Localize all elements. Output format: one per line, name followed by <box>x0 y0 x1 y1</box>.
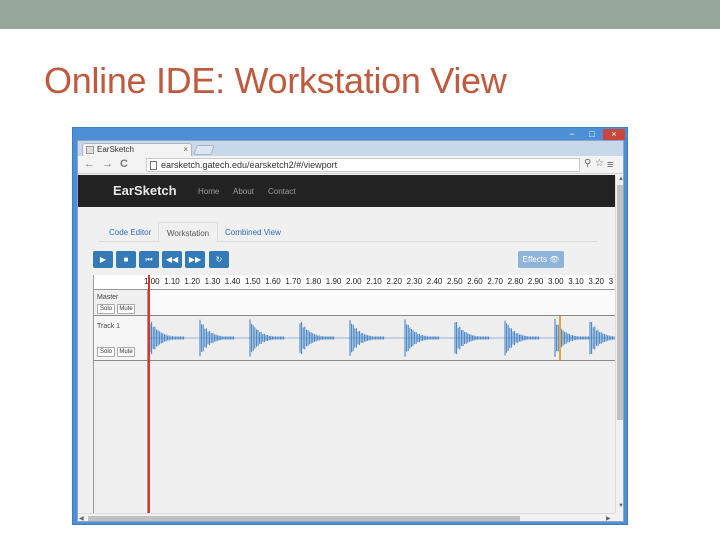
timeline-tick-label: 2.80 <box>507 277 524 286</box>
browser-frame: EarSketch × ← → C earsketch.gatech.edu/e… <box>77 140 624 522</box>
nav-home[interactable]: Home <box>198 187 219 196</box>
tab-close-icon[interactable]: × <box>183 144 188 156</box>
timeline-tick-label: 3.20 <box>588 277 604 286</box>
browser-tab[interactable]: EarSketch × <box>82 143 192 156</box>
track-1-header: Track 1 Solo Mute <box>94 316 148 360</box>
horizontal-scroll-thumb[interactable] <box>88 516 520 521</box>
timeline-tick-label: 3.00 <box>548 277 564 286</box>
timeline-tick-label: 2.60 <box>467 277 483 286</box>
track-divider <box>94 360 615 361</box>
star-icon[interactable]: ☆ <box>595 158 604 169</box>
timeline-tick-label: 2.50 <box>447 277 463 286</box>
address-bar[interactable]: earsketch.gatech.edu/earsketch2/#/viewpo… <box>146 158 580 172</box>
view-tabs: Code Editor Workstation Combined View <box>98 222 598 243</box>
page-viewport: EarSketch Home About Contact Code Editor… <box>78 175 615 513</box>
timeline-tick-label: 2.90 <box>527 277 544 286</box>
master-solo-button[interactable]: Solo <box>97 304 115 314</box>
browser-window: − □ × EarSketch × ← → C earsketch.gatech… <box>72 127 628 525</box>
minimize-button[interactable]: − <box>563 129 581 140</box>
stop-button[interactable]: ■ <box>116 251 136 268</box>
scroll-right-icon[interactable]: ▶ <box>606 515 611 521</box>
new-tab-button[interactable] <box>193 145 215 155</box>
vertical-scrollbar[interactable]: ▲ ▼ <box>615 175 623 513</box>
nav-about[interactable]: About <box>233 187 254 196</box>
track-1-clip-lane[interactable] <box>148 316 615 360</box>
play-button[interactable]: ▶ <box>93 251 113 268</box>
timeline-tick-label: 2.40 <box>426 277 443 286</box>
timeline-ruler[interactable]: 1.00 1.10 1.20 1.30 1.40 1.50 1.60 1.70 1.80 1.90… <box>94 275 615 290</box>
timeline-tick-label: 2.30 <box>406 277 423 286</box>
empty-track-column <box>94 361 148 513</box>
timeline-tick-label: 1.30 <box>204 277 221 286</box>
timeline-tick-label: 1.10 <box>164 277 180 286</box>
forward-arrow-icon[interactable]: → <box>102 159 113 170</box>
site-brand[interactable]: EarSketch <box>113 183 177 198</box>
timeline-tick-label: 1.70 <box>285 277 301 286</box>
scroll-up-icon[interactable]: ▲ <box>618 176 623 182</box>
tab-workstation[interactable]: Workstation <box>158 222 219 243</box>
maximize-button[interactable]: □ <box>583 129 601 140</box>
master-lane <box>148 290 615 315</box>
rewind-button[interactable]: ◀◀ <box>162 251 182 268</box>
tab-strip: EarSketch × <box>78 141 623 156</box>
search-icon[interactable]: ⚲ <box>584 158 591 169</box>
tab-code-editor[interactable]: Code Editor <box>109 228 151 237</box>
master-track-header: Master Solo Mute <box>94 290 148 315</box>
waveform-clips <box>148 319 615 357</box>
track-1-solo-button[interactable]: Solo <box>97 347 115 357</box>
timeline-tick-label: 1.90 <box>325 277 342 286</box>
tab-combined-view[interactable]: Combined View <box>225 228 281 237</box>
timeline-tick-label: 1.40 <box>224 277 241 286</box>
playhead[interactable] <box>148 275 150 513</box>
timeline-tick-label: 2.70 <box>487 277 503 286</box>
fast-forward-button[interactable]: ▶▶ <box>185 251 205 268</box>
reload-icon[interactable]: C <box>120 159 128 170</box>
scroll-left-icon[interactable]: ◀ <box>79 515 84 521</box>
timeline-tick-label: 2.20 <box>386 277 402 286</box>
timeline-tick-label: 2.00 <box>346 277 362 286</box>
scroll-down-icon[interactable]: ▼ <box>618 503 623 509</box>
timeline-tick-label: 1.20 <box>184 277 200 286</box>
timeline-tick-label: 1.80 <box>305 277 322 286</box>
rewind-to-start-button[interactable]: ⏮ <box>139 251 159 268</box>
timeline-tick-label: 3 <box>608 277 614 286</box>
window-controls: − □ × <box>563 129 625 140</box>
timeline-tick-label: 1.00 <box>144 277 160 286</box>
loop-marker <box>559 316 561 360</box>
page-icon <box>150 161 157 170</box>
site-navbar: EarSketch Home About Contact <box>78 175 615 207</box>
master-mute-button[interactable]: Mute <box>117 304 135 314</box>
track-name-master: Master <box>97 294 119 301</box>
browser-tab-title: EarSketch <box>97 145 134 154</box>
timeline-tick-label: 3.10 <box>568 277 584 286</box>
workstation-area: 1.00 1.10 1.20 1.30 1.40 1.50 1.60 1.70 1.80 1.90… <box>93 275 615 513</box>
close-window-button[interactable]: × <box>603 129 625 140</box>
slide-title: Online IDE: Workstation View <box>44 60 507 101</box>
nav-contact[interactable]: Contact <box>268 187 296 196</box>
track-name-1: Track 1 <box>97 323 121 330</box>
browser-toolbar: ← → C earsketch.gatech.edu/earsketch2/#/… <box>78 156 623 174</box>
loop-button[interactable]: ↻ <box>209 251 229 268</box>
back-arrow-icon[interactable]: ← <box>84 159 95 170</box>
slide-top-band <box>0 0 720 29</box>
timeline-tick-label: 2.10 <box>366 277 382 286</box>
timeline-tick-label: 1.60 <box>265 277 281 286</box>
track-1-mute-button[interactable]: Mute <box>117 347 135 357</box>
vertical-scroll-thumb[interactable] <box>617 185 623 420</box>
favicon-icon <box>86 146 94 154</box>
effects-button[interactable]: Effects 👁 <box>518 251 564 268</box>
timeline-tick-label: 1.50 <box>245 277 261 286</box>
horizontal-scrollbar[interactable]: ◀ ▶ <box>78 513 615 521</box>
url-text: earsketch.gatech.edu/earsketch2/#/viewpo… <box>161 160 338 170</box>
menu-icon[interactable]: ≡ <box>607 159 613 171</box>
